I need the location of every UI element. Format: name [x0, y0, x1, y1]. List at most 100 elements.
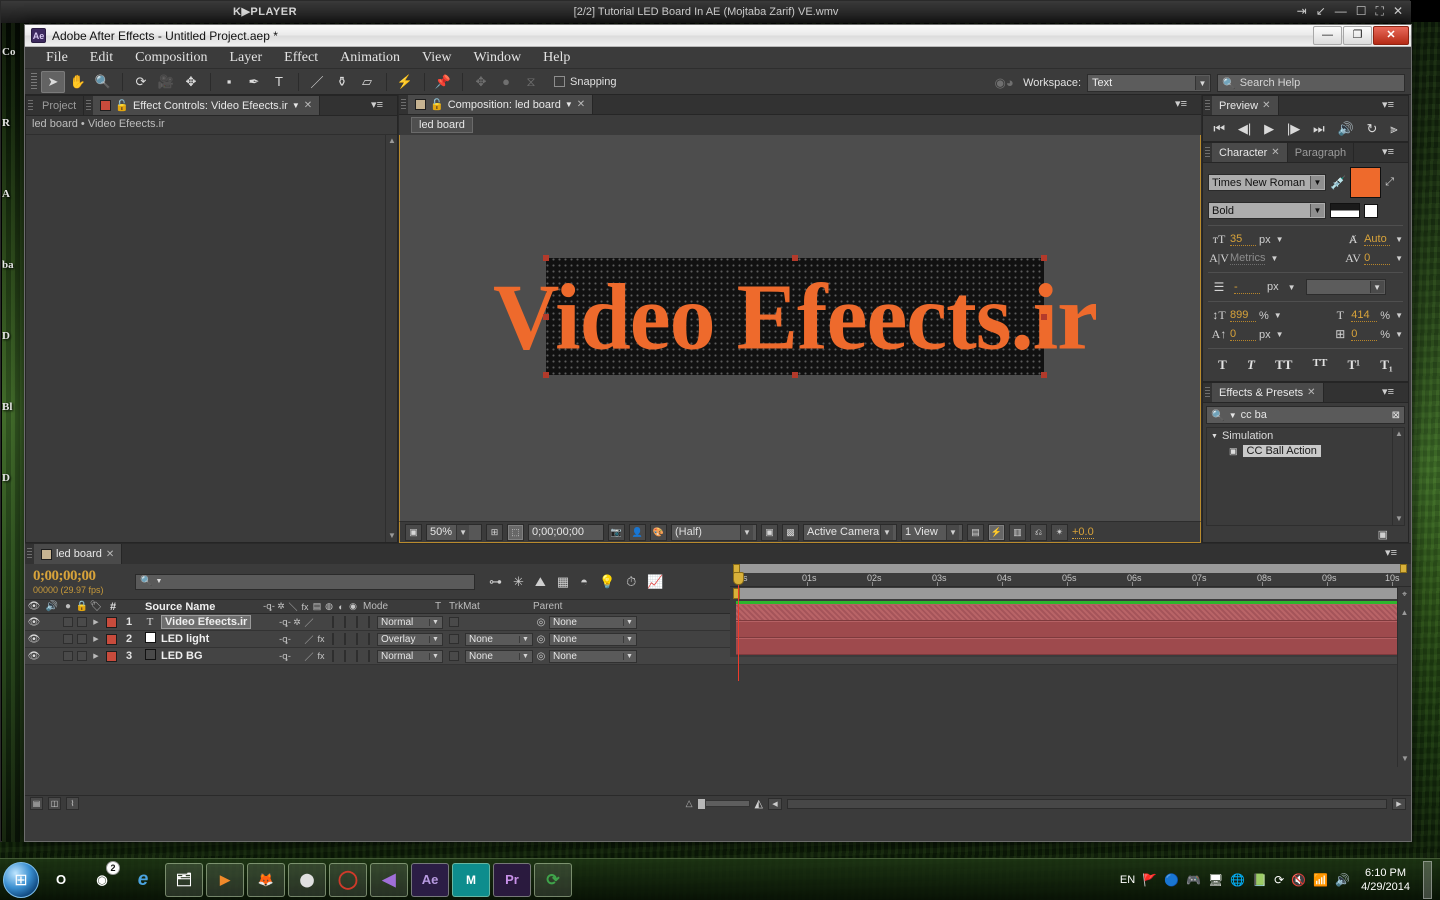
toggle-switches-modes-button[interactable]: ▤ [30, 797, 43, 810]
kerning-value[interactable]: Metrics [1230, 252, 1266, 265]
panel-grip[interactable] [28, 100, 33, 111]
toolbar-grip[interactable] [31, 72, 37, 91]
layer-frameblend-switch[interactable] [327, 633, 339, 645]
layer-t-toggle[interactable] [443, 634, 465, 644]
internet-explorer-icon[interactable]: e [124, 863, 162, 897]
led-board-layer[interactable]: Video Efeects.ir [493, 255, 1098, 378]
chevron-down-icon[interactable]: ▼ [1288, 283, 1296, 292]
timeline-link-icon[interactable]: ▥ [1009, 523, 1026, 541]
lock-icon[interactable]: 🔓 [430, 98, 444, 111]
work-area-end-handle[interactable] [1400, 564, 1407, 573]
menu-help[interactable]: Help [532, 47, 581, 69]
swap-colors-icon[interactable]: ⤢ [1385, 176, 1394, 189]
kmplayer-fullscreen-icon[interactable]: ⛶ [1376, 4, 1384, 19]
layer-t-toggle[interactable] [443, 651, 465, 661]
panel-menu-icon[interactable]: ▾≡ [1382, 387, 1394, 398]
baseline-shift-control[interactable]: A↑ 0 px ▼ [1208, 327, 1284, 342]
network-computer-icon[interactable]: 🖥 [1208, 873, 1223, 887]
faux-bold-button[interactable]: T [1218, 357, 1227, 373]
next-frame-button[interactable]: |▶ [1287, 121, 1300, 137]
audio-button[interactable]: 🔊 [1338, 121, 1354, 137]
zoom-tool[interactable]: 🔍 [91, 71, 115, 93]
effect-controls-body[interactable]: ▲ ▼ [26, 134, 397, 542]
close-icon[interactable]: ✕ [1262, 100, 1270, 111]
timeline-graph-area[interactable]: 0s 01s 02s 03s 04s 05s 06s 07s 0 [730, 564, 1411, 767]
camera-app-icon[interactable]: ◉ 2 [83, 860, 121, 897]
close-icon[interactable]: ✕ [577, 99, 585, 110]
chevron-down-icon[interactable]: ▼ [155, 578, 162, 585]
layer-video-toggle[interactable]: 👁 [25, 634, 43, 645]
layer-3d-switch[interactable] [363, 633, 375, 645]
vertical-scale-control[interactable]: ↕T 899 % ▼ [1208, 308, 1282, 323]
layer-mode-select[interactable]: Normal ▼ [375, 615, 443, 629]
chevron-down-icon[interactable]: ▼ [1270, 254, 1278, 263]
dot-icon[interactable]: ● [494, 71, 518, 93]
layer-shy-switch[interactable]: -ꝗ- [279, 617, 291, 628]
selection-tool[interactable]: ➤ [41, 70, 65, 93]
fill-stroke-swatches[interactable] [1330, 203, 1360, 218]
transparency-grid-icon[interactable]: ▩ [782, 523, 799, 541]
timeline-current-time[interactable]: 0;00;00;00 00000 (29.97 fps) [25, 568, 135, 595]
pixel-aspect-icon[interactable]: ▤ [967, 523, 984, 541]
scroll-up-icon[interactable]: ▲ [1398, 608, 1411, 617]
comp-flowchart-button[interactable]: ◫ [48, 797, 61, 810]
last-frame-button[interactable]: ⏭ [1313, 121, 1325, 137]
work-area-span[interactable] [736, 564, 1403, 573]
comp-flowchart-icon[interactable]: ⎌ [1030, 523, 1047, 541]
chevron-down-icon[interactable]: ▼ [292, 101, 300, 110]
effects-category-simulation[interactable]: ▼ Simulation [1207, 428, 1404, 444]
layer-trkmat-select[interactable]: None ▼ [465, 649, 533, 663]
menu-effect[interactable]: Effect [273, 47, 329, 69]
timeline-scroll-right-icon[interactable]: ▶ [1392, 797, 1406, 810]
kmplayer-close-icon[interactable]: ✕ [1393, 4, 1403, 19]
tab-character[interactable]: Character ✕ [1212, 143, 1288, 162]
parent-pickwhip-icon[interactable]: ◎ [533, 651, 549, 662]
horizontal-scale-control[interactable]: T 414 % ▼ [1329, 308, 1403, 323]
selection-handle[interactable] [543, 255, 549, 261]
layer-quality-switch[interactable]: ／ [303, 650, 315, 663]
layer-frameblend-switch[interactable] [327, 616, 339, 628]
after-effects-window[interactable]: Ae Adobe After Effects - Untitled Projec… [24, 24, 1412, 842]
windows-explorer-icon[interactable]: 🗂 [165, 862, 203, 897]
work-area-span-2[interactable] [736, 588, 1403, 599]
layer-motionblur-switch[interactable] [339, 650, 351, 662]
after-effects-icon[interactable]: Ae [411, 862, 449, 897]
panel-menu-icon[interactable]: ▾≡ [1382, 147, 1394, 158]
frame-blending-icon[interactable]: ▦ [557, 574, 569, 590]
chevron-down-icon[interactable]: ▼ [565, 100, 573, 109]
tab-effects-presets[interactable]: Effects & Presets ✕ [1212, 383, 1324, 402]
kmplayer-icon[interactable]: ◀ [370, 862, 408, 897]
idm-icon[interactable]: ⟳ [534, 862, 572, 897]
vertical-scale-value[interactable]: 899 [1230, 309, 1256, 322]
cti-head[interactable] [733, 572, 744, 585]
previous-frame-button[interactable]: ◀| [1238, 121, 1251, 137]
composition-viewer[interactable]: Video Efeects.ir [399, 135, 1201, 521]
timeline-secondary-band[interactable] [730, 587, 1411, 601]
kmplayer-shrink-icon[interactable]: ↙ [1316, 4, 1326, 19]
layer-duration-bar[interactable] [736, 621, 1399, 638]
no-stroke-icon[interactable] [1364, 203, 1378, 218]
layer-adjustment-switch[interactable] [351, 616, 363, 628]
layer-motionblur-switch[interactable] [339, 633, 351, 645]
layer-3d-switch[interactable] [363, 616, 375, 628]
selection-handle[interactable] [792, 255, 798, 261]
nero-icon[interactable]: ⬤ [288, 862, 326, 897]
grid-guides-icon[interactable]: ⊞ [486, 523, 503, 541]
font-size-value[interactable]: 35 [1230, 233, 1256, 246]
panel-grip[interactable] [27, 548, 32, 560]
snapping-toggle[interactable]: Snapping [554, 76, 617, 88]
disclosure-triangle-icon[interactable]: ▼ [1211, 433, 1218, 440]
kmplayer-minimize-icon[interactable]: — [1335, 4, 1347, 19]
selection-handle[interactable] [1041, 255, 1047, 261]
font-style-select[interactable]: Bold ▼ [1208, 202, 1326, 219]
effects-search-input[interactable]: 🔍 ▼ cc ba ⊠ [1206, 406, 1405, 424]
effect-controls-scrollbar[interactable]: ▲ ▼ [385, 135, 397, 542]
tab-effect-controls[interactable]: 🔓 Effect Controls: Video Efeects.ir ▼ ✕ [93, 96, 321, 115]
show-desktop-button[interactable] [1423, 861, 1432, 899]
timeline-scroll-left-icon[interactable]: ◀ [768, 797, 782, 810]
start-button[interactable]: ⊞ [3, 861, 39, 898]
layer-parent-select[interactable]: None ▼ [549, 649, 637, 663]
font-family-select[interactable]: Times New Roman ▼ [1208, 174, 1326, 191]
camera-tool[interactable]: 🎥 [154, 71, 178, 93]
draft-3d-icon[interactable]: ✳ [513, 574, 524, 590]
